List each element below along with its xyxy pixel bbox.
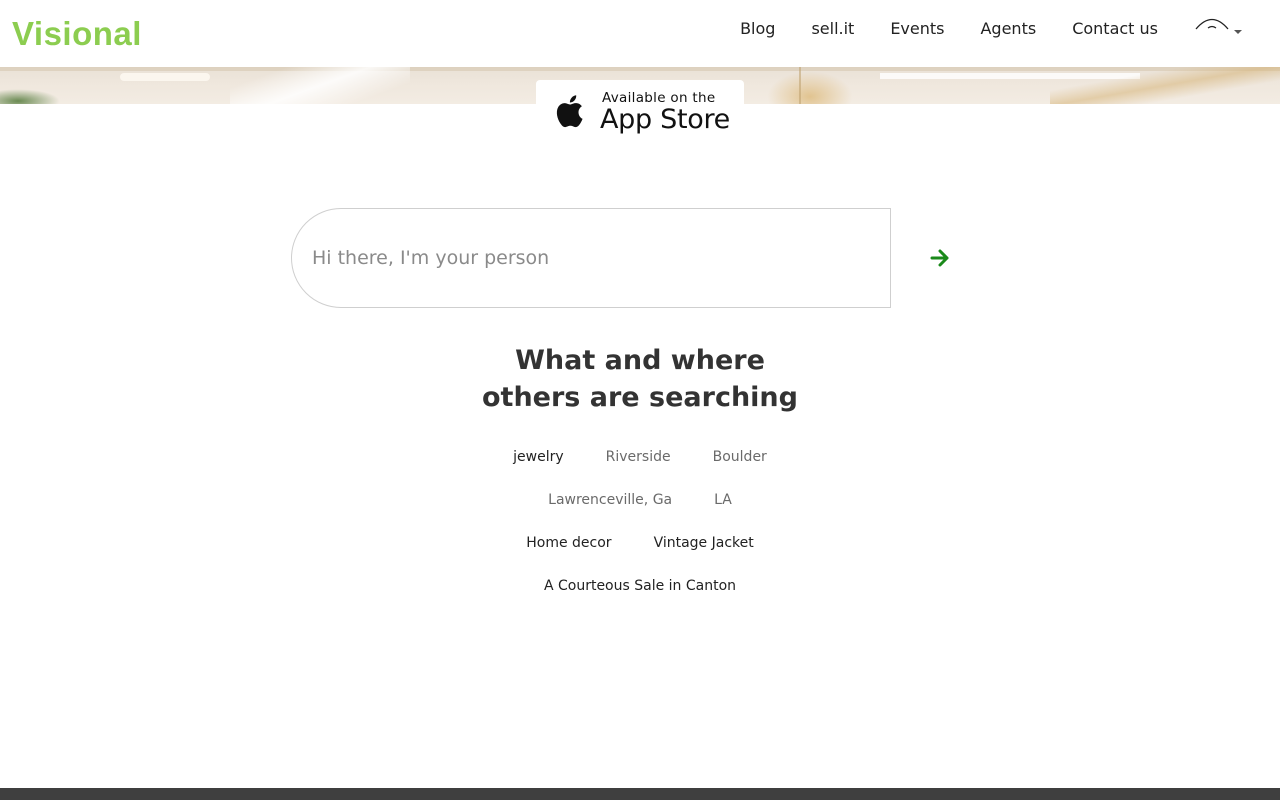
- trending-heading: What and where others are searching: [340, 342, 940, 416]
- search-box: [291, 208, 891, 308]
- apple-icon: [556, 95, 583, 128]
- site-header: Visional Blog sell.it Events Agents Cont…: [0, 0, 1280, 67]
- main-nav: Blog sell.it Events Agents Contact us: [704, 0, 1280, 57]
- nav-link-agents[interactable]: Agents: [980, 0, 1036, 57]
- tag-riverside[interactable]: Riverside: [585, 447, 692, 467]
- nav-link-sell-it[interactable]: sell.it: [811, 0, 854, 57]
- tag-boulder[interactable]: Boulder: [692, 447, 788, 467]
- tag-row: Lawrenceville, Ga LA: [0, 490, 1280, 510]
- nav-link-events[interactable]: Events: [890, 0, 944, 57]
- tag-courteous-sale-canton[interactable]: A Courteous Sale in Canton: [523, 576, 757, 596]
- tag-home-decor[interactable]: Home decor: [505, 533, 632, 553]
- tag-vintage-jacket[interactable]: Vintage Jacket: [633, 533, 775, 553]
- trending-heading-line1: What and where: [515, 345, 765, 376]
- trending-heading-line2: others are searching: [482, 382, 798, 413]
- arrow-right-icon: [930, 249, 949, 267]
- tag-lawrenceville-ga[interactable]: Lawrenceville, Ga: [527, 490, 693, 510]
- tag-jewelry[interactable]: jewelry: [492, 447, 585, 467]
- nav-link-contact-us[interactable]: Contact us: [1072, 0, 1158, 57]
- app-store-big-text: App Store: [600, 104, 730, 135]
- tag-row: A Courteous Sale in Canton: [0, 576, 1280, 596]
- brand-logo[interactable]: Visional: [12, 14, 142, 54]
- search-submit-button[interactable]: [922, 240, 958, 276]
- chevron-down-icon: [1234, 29, 1242, 34]
- nav-link-blog[interactable]: Blog: [740, 0, 775, 57]
- brand-name: Visional: [12, 15, 142, 52]
- user-avatar-icon: [1195, 18, 1229, 29]
- tag-row: jewelry Riverside Boulder: [0, 447, 1280, 467]
- app-store-badge[interactable]: Available on the App Store: [536, 80, 744, 144]
- tag-row: Home decor Vintage Jacket: [0, 533, 1280, 553]
- search-input[interactable]: [312, 209, 872, 307]
- tag-la[interactable]: LA: [693, 490, 753, 510]
- user-menu[interactable]: [1194, 0, 1244, 57]
- footer-bar: [0, 788, 1280, 800]
